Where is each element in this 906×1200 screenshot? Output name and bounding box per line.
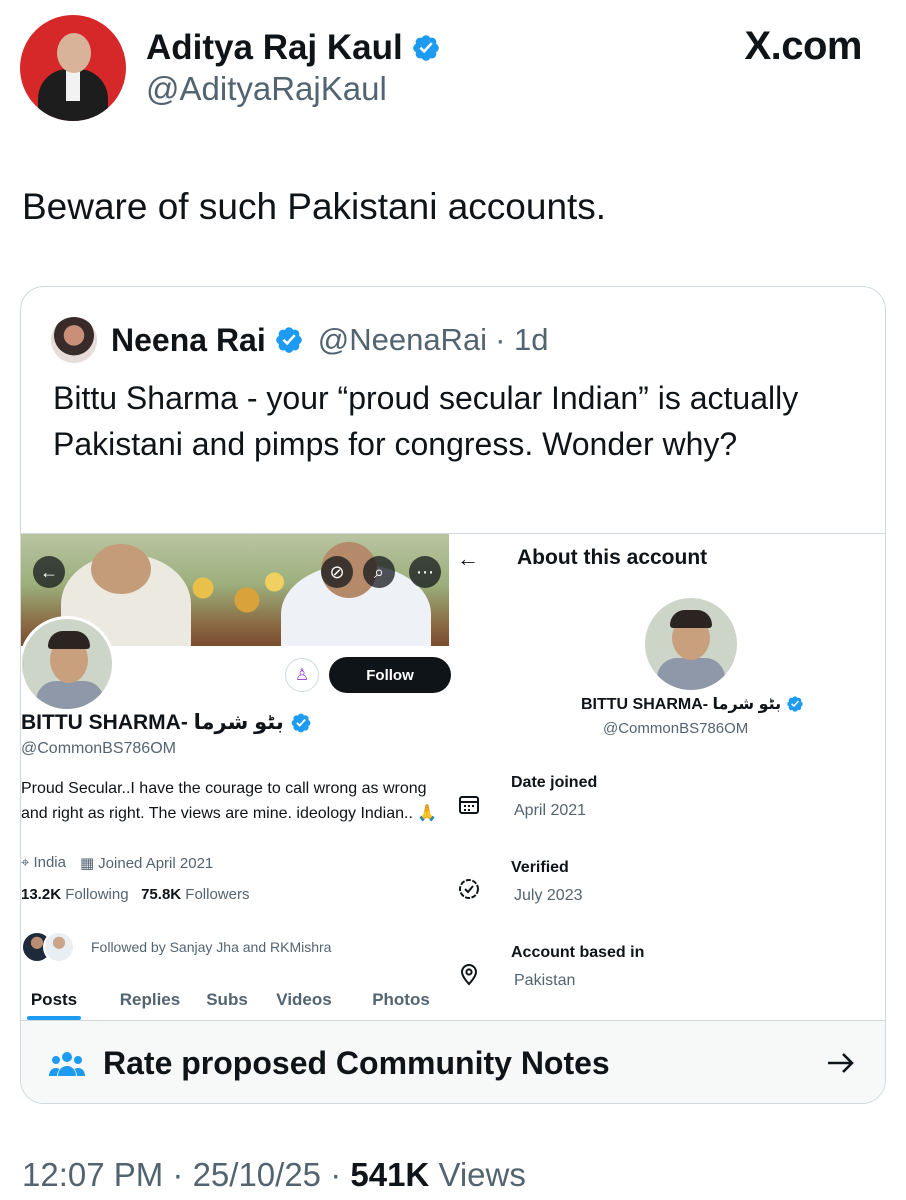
followed-by-text: Followed by Sanjay Jha and RKMishra xyxy=(91,939,332,955)
profile-joined: Joined April 2021 xyxy=(98,855,214,872)
verified-badge-icon xyxy=(412,35,439,61)
tweet-text: Beware of such Pakistani accounts. xyxy=(22,186,607,227)
follower-avatar xyxy=(43,931,75,963)
about-row-label: Account based in xyxy=(511,944,645,961)
about-handle: @CommonBS786OM xyxy=(603,720,749,737)
community-notes-label[interactable]: Rate proposed Community Notes xyxy=(103,1045,610,1082)
x-brand-logo: X.com xyxy=(744,24,862,68)
tab-videos: Videos xyxy=(276,990,332,1009)
quoted-tweet-time[interactable]: · 1d xyxy=(495,322,548,358)
views-count: 541K xyxy=(350,1156,430,1193)
followed-by: Followed by Sanjay Jha and RKMishra xyxy=(21,930,331,964)
subscribe-icon: ♙ xyxy=(285,658,319,692)
quoted-author-handle[interactable]: @NeenaRai xyxy=(318,322,487,358)
about-account-screenshot: ← About this account BITTU SHARMA- بٹو ش… xyxy=(451,534,885,1020)
followers-label: Followers xyxy=(185,886,250,903)
quoted-tweet-image[interactable]: ← ⊘ ⌕ ⋯ ♙ Follow BITTU SHARMA- بٹو شرما … xyxy=(21,533,885,1021)
author-handle[interactable]: @AdityaRajKaul xyxy=(146,69,441,109)
quoted-tweet-header: Neena Rai @NeenaRai · 1d xyxy=(51,317,549,363)
verified-badge-icon xyxy=(291,713,311,732)
profile-stats: 13.2K Following 75.8K Followers xyxy=(21,886,249,903)
arrow-right-icon[interactable] xyxy=(825,1047,857,1079)
about-row-value: Pakistan xyxy=(514,972,576,989)
quoted-author-avatar[interactable] xyxy=(51,317,97,363)
author-name[interactable]: Aditya Raj Kaul xyxy=(146,27,403,69)
views-label: Views xyxy=(438,1156,526,1193)
verified-badge-icon xyxy=(787,696,803,712)
about-title: About this account xyxy=(517,546,708,569)
verified-badge-icon xyxy=(275,327,302,353)
location-pin-icon xyxy=(460,964,478,986)
tweet-time[interactable]: 12:07 PM xyxy=(22,1156,163,1193)
profile-meta: ⌖ India ▦ Joined April 2021 xyxy=(21,854,213,872)
about-row-label: Date joined xyxy=(511,774,598,791)
about-avatar xyxy=(645,598,737,690)
about-row-value: April 2021 xyxy=(514,802,587,819)
tweet-author: Aditya Raj Kaul @AdityaRajKaul xyxy=(20,14,441,122)
about-row-value: July 2023 xyxy=(514,887,583,904)
search-icon: ⌕ xyxy=(363,556,395,588)
profile-bio: Proud Secular..I have the courage to cal… xyxy=(21,780,438,822)
about-row-label: Verified xyxy=(511,859,569,876)
followers-count: 75.8K xyxy=(141,886,182,903)
quoted-tweet-text: Bittu Sharma - your “proud secular India… xyxy=(53,380,799,462)
following-count: 13.2K xyxy=(21,886,62,903)
follow-button: Follow xyxy=(329,657,451,693)
about-row-date-joined: Date joined April 2021 xyxy=(451,774,885,838)
more-icon: ⋯ xyxy=(409,556,441,588)
tab-photos: Photos xyxy=(372,990,430,1009)
calendar-icon: ▦ xyxy=(79,855,95,872)
author-avatar[interactable] xyxy=(20,15,126,121)
location-pin-icon: ⌖ xyxy=(21,854,30,871)
about-row-verified: Verified July 2023 xyxy=(451,859,885,923)
profile-tabs: Posts Replies Subs Videos Photos xyxy=(21,978,451,1020)
tweet-footer: 12:07 PM · 25/10/25 · 541K Views xyxy=(22,1156,526,1193)
tweet-date[interactable]: 25/10/25 xyxy=(193,1156,321,1193)
profile-name: BITTU SHARMA- بٹو شرما xyxy=(21,711,284,734)
calendar-icon xyxy=(459,796,479,814)
about-row-account-based-in: Account based in Pakistan xyxy=(451,944,885,1008)
quoted-author-name[interactable]: Neena Rai xyxy=(111,322,266,359)
profile-screenshot: ← ⊘ ⌕ ⋯ ♙ Follow BITTU SHARMA- بٹو شرما … xyxy=(21,534,451,1020)
community-notes-bar[interactable]: Rate proposed Community Notes xyxy=(21,1021,885,1103)
profile-location: India xyxy=(33,854,66,871)
following-label: Following xyxy=(65,886,129,903)
verified-badge-icon xyxy=(459,879,479,899)
tab-replies: Replies xyxy=(119,990,181,1009)
quoted-tweet-card[interactable]: Neena Rai @NeenaRai · 1d Bittu Sharma - … xyxy=(20,286,886,1104)
tab-subs: Subs xyxy=(206,990,248,1009)
tab-posts: Posts xyxy=(21,978,87,1020)
grok-icon: ⊘ xyxy=(321,556,353,588)
community-notes-icon xyxy=(49,1052,85,1076)
back-arrow-icon: ← xyxy=(33,556,65,588)
profile-handle: @CommonBS786OM xyxy=(21,740,176,757)
profile-avatar xyxy=(21,616,115,712)
back-arrow-icon: ← xyxy=(457,546,479,571)
about-name: BITTU SHARMA- بٹو شرما xyxy=(581,696,782,713)
